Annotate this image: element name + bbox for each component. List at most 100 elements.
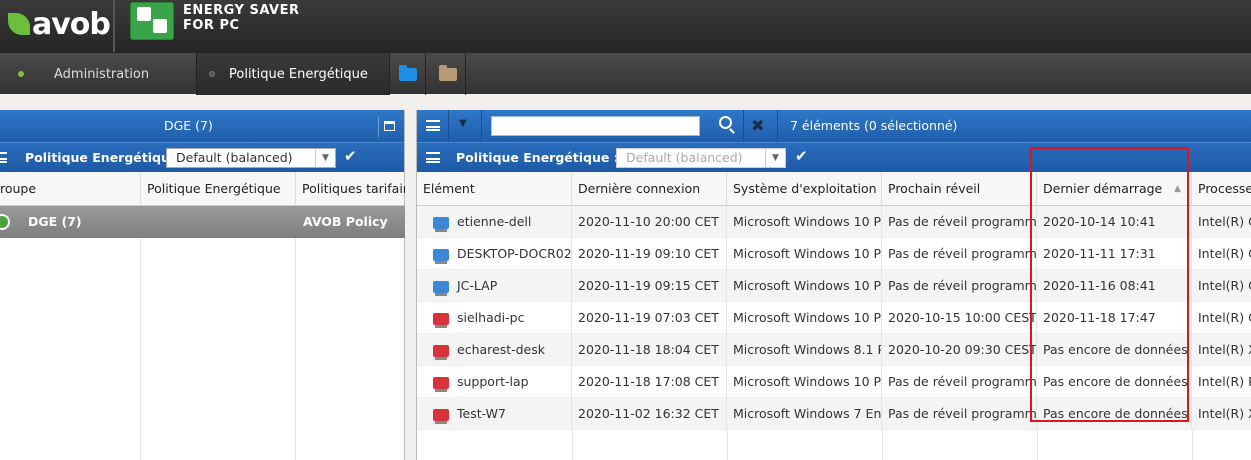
cell-os: Microsoft Windows 10 Pr: [727, 302, 882, 334]
menu-icon[interactable]: [426, 120, 440, 131]
cell-last-conn: 2020-11-19 09:15 CET: [572, 270, 727, 302]
filter-dropdown-icon[interactable]: ▼: [459, 118, 467, 129]
groups-panel-header: DGE (7): [0, 110, 404, 142]
cell-cpu: Intel(R) X: [1198, 406, 1251, 421]
device-name: JC-LAP: [457, 278, 498, 293]
cell-cpu: Intel(R) C: [1198, 214, 1251, 229]
device-name: sielhadi-pc: [457, 310, 525, 325]
laptop-blue-icon: [433, 216, 449, 232]
tab-bar: Administration Politique Energétique: [0, 52, 1251, 95]
tab-label: Administration: [54, 66, 150, 82]
open-folder-button[interactable]: [390, 53, 426, 95]
policy-label: Politique Energétique :: [456, 150, 619, 165]
cell-last-conn: 2020-11-18 18:04 CET: [572, 334, 727, 366]
cell-next-wake: 2020-10-20 09:30 CEST: [882, 334, 1037, 366]
col-header-systeme[interactable]: Système d'exploitation: [727, 172, 882, 206]
device-name: Test-W7: [457, 406, 506, 421]
chevron-down-icon: ▼: [315, 149, 335, 167]
select-value: Default (balanced): [176, 150, 293, 165]
menu-icon[interactable]: [0, 152, 7, 163]
device-cell: sielhadi-pc: [417, 302, 572, 334]
desktop-blue-icon: [433, 248, 449, 264]
device-name: echarest-desk: [457, 342, 546, 357]
cell-next-wake: Pas de réveil programmé: [882, 366, 1037, 398]
folder-tan-icon: [438, 64, 457, 81]
left-policy-select[interactable]: Default (balanced) ▼: [166, 148, 336, 168]
group-title: DGE (7): [164, 118, 213, 133]
cell-os: Microsoft Windows 10 Pr: [727, 238, 882, 270]
status-dot-icon: [18, 71, 24, 77]
energy-saver-app-icon: [130, 2, 174, 40]
policy-label: Politique Energétique :: [25, 150, 188, 165]
tariff-policy: AVOB Policy: [303, 214, 388, 229]
folder-blue-icon: [398, 64, 417, 81]
col-header-groupe[interactable]: roupe: [0, 172, 141, 206]
selection-count: 7 éléments (0 sélectionné): [790, 118, 958, 133]
tab-politique-energetique[interactable]: Politique Energétique: [197, 53, 390, 95]
right-policy-select[interactable]: Default (balanced) ▼: [616, 148, 786, 168]
laptop-blue-icon: [433, 280, 449, 296]
col-header-element[interactable]: Elément: [417, 172, 572, 206]
column-divider: [295, 238, 296, 460]
maximize-icon: [384, 121, 395, 131]
col-header-processeur[interactable]: Processeu: [1192, 172, 1251, 206]
apply-check-button[interactable]: ✔: [795, 147, 808, 165]
cell-os: Microsoft Windows 8.1 P: [727, 334, 882, 366]
group-name: DGE (7): [28, 214, 82, 229]
select-value: Default (balanced): [626, 150, 743, 165]
device-name: DESKTOP-DOCR02S: [457, 246, 572, 261]
cell-os: Microsoft Windows 10 Pr: [727, 270, 882, 302]
cell-os: Microsoft Windows 10 Pr: [727, 366, 882, 398]
cell-last-conn: 2020-11-19 07:03 CET: [572, 302, 727, 334]
cell-cpu: Intel(R) C: [1198, 246, 1251, 261]
avob-logo: avob: [8, 6, 111, 42]
col-header-politique[interactable]: Politique Energétique: [141, 172, 296, 206]
maximize-button[interactable]: [378, 117, 398, 137]
cell-next-wake: Pas de réveil programmé: [882, 238, 1037, 270]
cell-next-wake: 2020-10-15 10:00 CEST: [882, 302, 1037, 334]
devices-toolbar: ▼ ✖ 7 éléments (0 sélectionné): [417, 110, 1251, 142]
globe-icon: [0, 214, 10, 230]
cell-last-conn: 2020-11-10 20:00 CET: [572, 206, 727, 238]
search-input[interactable]: [491, 116, 700, 136]
col-header-prochain-reveil[interactable]: Prochain réveil: [882, 172, 1037, 206]
cell-cpu: Intel(R) X: [1198, 342, 1251, 357]
app-title: ENERGY SAVER FOR PC: [183, 3, 299, 33]
cell-last-conn: 2020-11-18 17:08 CET: [572, 366, 727, 398]
apply-check-button[interactable]: ✔: [344, 147, 357, 165]
column-divider: [140, 238, 141, 460]
clear-search-icon[interactable]: ✖: [751, 116, 764, 135]
left-policy-bar: Politique Energétique : Default (balance…: [0, 142, 404, 172]
desktop-red-icon: [433, 344, 449, 360]
device-cell: support-lap: [417, 366, 572, 398]
cell-os: Microsoft Windows 7 Ent: [727, 398, 882, 430]
app-title-line2: FOR PC: [183, 18, 240, 33]
app-title-line1: ENERGY SAVER: [183, 3, 300, 18]
device-cell: echarest-desk: [417, 334, 572, 366]
cell-cpu: Intel(R) C: [1198, 310, 1251, 325]
device-cell: JC-LAP: [417, 270, 572, 302]
cell-os: Microsoft Windows 10 Pr: [727, 206, 882, 238]
tab-label: Politique Energétique: [229, 66, 368, 82]
highlight-box: [1030, 147, 1189, 422]
device-cell: etienne-dell: [417, 206, 572, 238]
table-row[interactable]: DGE (7) AVOB Policy: [0, 206, 405, 238]
desktop-red-icon: [433, 312, 449, 328]
status-dot-icon: [209, 71, 215, 77]
col-header-tarifaire[interactable]: Politiques tarifaire: [296, 172, 405, 206]
folder-button[interactable]: [430, 53, 466, 95]
leaf-icon: [8, 13, 30, 35]
cell-cpu: Intel(R) C: [1198, 278, 1251, 293]
menu-icon[interactable]: [426, 152, 440, 163]
groups-panel: DGE (7) Politique Energétique : Default …: [0, 110, 405, 460]
tab-administration[interactable]: Administration: [0, 53, 197, 95]
device-cell: Test-W7: [417, 398, 572, 430]
cell-next-wake: Pas de réveil programmé: [882, 206, 1037, 238]
cell-last-conn: 2020-11-19 09:10 CET: [572, 238, 727, 270]
left-table-header: roupe Politique Energétique Politiques t…: [0, 172, 405, 206]
cell-next-wake: Pas de réveil programmé: [882, 270, 1037, 302]
laptop-red-icon: [433, 376, 449, 392]
desktop-red-icon: [433, 408, 449, 424]
col-header-derniere-connexion[interactable]: Dernière connexion: [572, 172, 727, 206]
device-name: etienne-dell: [457, 214, 532, 229]
